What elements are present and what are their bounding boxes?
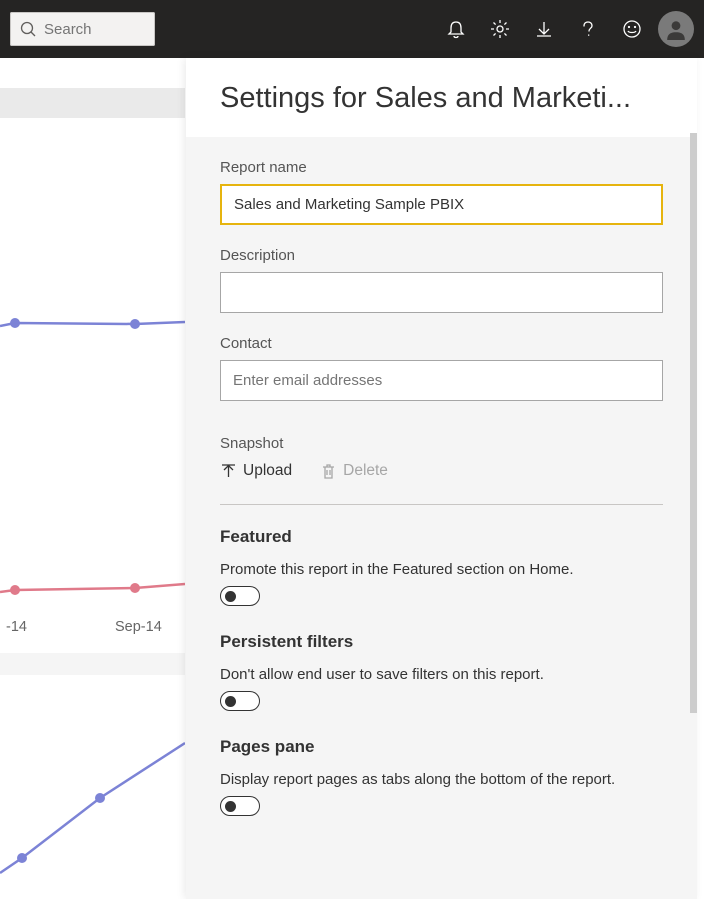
description-label: Description — [220, 247, 663, 264]
delete-button: Delete — [320, 462, 388, 480]
gear-icon — [490, 19, 510, 39]
pages-desc: Display report pages as tabs along the b… — [220, 771, 663, 788]
contact-label: Contact — [220, 335, 663, 352]
featured-title: Featured — [220, 527, 663, 547]
divider — [220, 504, 663, 505]
description-input[interactable] — [220, 272, 663, 313]
bg-chart-line-blue-1 — [0, 258, 185, 378]
featured-toggle[interactable] — [220, 586, 260, 606]
settings-button[interactable] — [478, 0, 522, 58]
smiley-icon — [622, 19, 642, 39]
panel-scrollbar[interactable] — [690, 133, 697, 713]
pages-pane-section: Pages pane Display report pages as tabs … — [220, 737, 663, 816]
featured-section: Featured Promote this report in the Feat… — [220, 527, 663, 606]
snapshot-label: Snapshot — [220, 435, 663, 452]
search-box[interactable] — [10, 12, 155, 46]
bg-chart-line-red — [0, 528, 185, 628]
bg-band — [0, 88, 185, 118]
panel-body: Report name Description Contact Snapshot… — [186, 137, 697, 899]
pages-toggle[interactable] — [220, 796, 260, 816]
upload-label: Upload — [243, 462, 292, 480]
question-icon — [578, 19, 598, 39]
feedback-button[interactable] — [610, 0, 654, 58]
description-field: Description — [220, 247, 663, 313]
filters-title: Persistent filters — [220, 632, 663, 652]
report-name-field: Report name — [220, 159, 663, 225]
bg-band — [0, 653, 185, 675]
search-icon — [20, 21, 36, 37]
notifications-button[interactable] — [434, 0, 478, 58]
topbar-actions — [434, 0, 694, 58]
bg-chart-line-blue-2 — [0, 698, 185, 898]
download-icon — [534, 19, 554, 39]
help-button[interactable] — [566, 0, 610, 58]
upload-button[interactable]: Upload — [220, 462, 292, 480]
bell-icon — [446, 19, 466, 39]
filters-desc: Don't allow end user to save filters on … — [220, 666, 663, 683]
featured-desc: Promote this report in the Featured sect… — [220, 561, 663, 578]
settings-panel: Settings for Sales and Marketi... Report… — [186, 58, 697, 899]
pages-title: Pages pane — [220, 737, 663, 757]
contact-input[interactable] — [220, 360, 663, 401]
axis-label: -14 — [6, 619, 27, 635]
axis-label: Sep-14 — [115, 619, 162, 635]
search-input[interactable] — [44, 21, 134, 38]
report-name-input[interactable] — [220, 184, 663, 225]
top-bar — [0, 0, 704, 58]
snapshot-section: Snapshot Upload Delete — [220, 435, 663, 480]
contact-field: Contact — [220, 335, 663, 401]
person-icon — [665, 18, 687, 40]
trash-icon — [320, 463, 337, 480]
panel-header: Settings for Sales and Marketi... — [186, 58, 697, 137]
delete-label: Delete — [343, 462, 388, 480]
filters-toggle[interactable] — [220, 691, 260, 711]
download-button[interactable] — [522, 0, 566, 58]
report-name-label: Report name — [220, 159, 663, 176]
user-avatar[interactable] — [658, 11, 694, 47]
panel-title: Settings for Sales and Marketi... — [220, 82, 663, 115]
persistent-filters-section: Persistent filters Don't allow end user … — [220, 632, 663, 711]
upload-icon — [220, 463, 237, 480]
